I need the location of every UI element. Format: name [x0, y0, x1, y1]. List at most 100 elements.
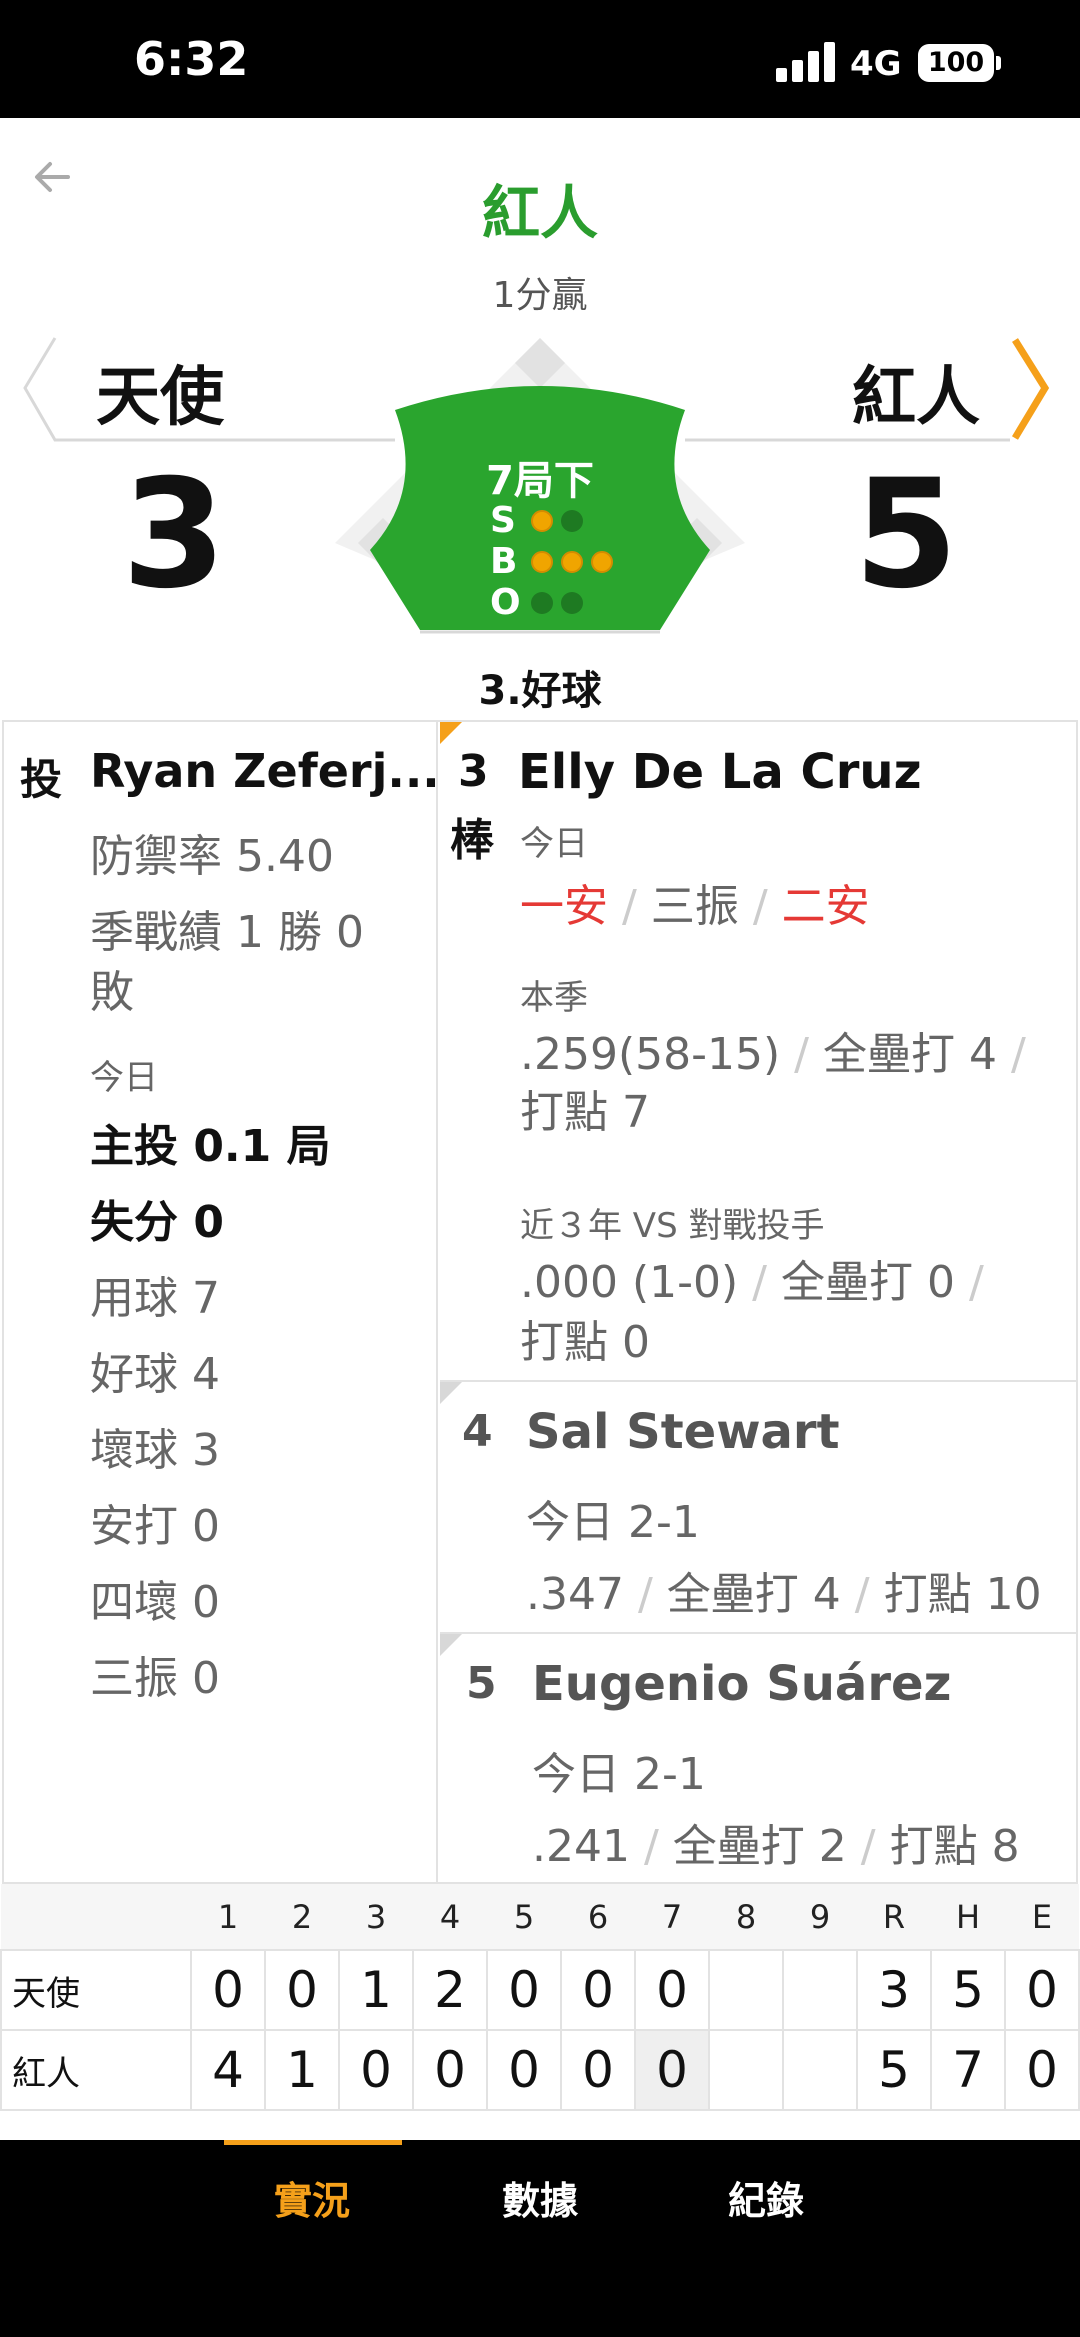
next-batter-today: 今日 2-1 — [526, 1497, 700, 1548]
pitcher-runs: 失分 0 — [90, 1197, 224, 1248]
score-cell — [708, 2029, 784, 2111]
score-cell — [782, 1949, 858, 2031]
inning-header: 1 — [191, 1884, 265, 1950]
away-team-name[interactable]: 天使 — [96, 346, 224, 438]
table-row: 天使 0 0 1 2 0 0 0 3 5 0 — [0, 1949, 1080, 2031]
linescore-header: 1 2 3 4 5 6 7 8 9 R H E — [1, 1884, 1079, 1950]
last-pitch-result: 3.好球 — [478, 668, 602, 714]
season-rbi: 打點 7 — [520, 1087, 650, 1138]
inning-header: 7 — [635, 1884, 709, 1950]
vs-pitcher-stats: .000 (1-0) / 全壘打 0 / — [520, 1257, 984, 1308]
tab-live[interactable]: 實況 — [222, 2170, 402, 2225]
season-label: 本季 — [520, 978, 588, 1018]
current-inning-cell: 0 — [634, 2029, 710, 2111]
pitcher-record-cont: 敗 — [90, 967, 134, 1018]
hits-cell: 5 — [930, 1949, 1006, 2031]
inning-header: 8 — [709, 1884, 783, 1950]
inning-header: 2 — [265, 1884, 339, 1950]
third-batter-stats: .241 / 全壘打 2 / 打點 8 — [532, 1821, 1020, 1872]
score-cell: 0 — [338, 2029, 414, 2111]
team-cell: 天使 — [0, 1949, 192, 2031]
ball-dot — [561, 551, 583, 573]
score-cell: 1 — [264, 2029, 340, 2111]
batter-today-results: 一安 / 三振 / 二安 — [520, 881, 870, 932]
score-cell: 0 — [634, 1949, 710, 2031]
vs-pitcher-label: 近３年 VS 對戰投手 — [520, 1206, 825, 1246]
inning-header: 9 — [783, 1884, 857, 1950]
pitcher-balls: 壞球 3 — [90, 1425, 220, 1476]
home-score: 5 — [853, 448, 959, 622]
tab-stats[interactable]: 數據 — [450, 2170, 630, 2225]
balls-label: B — [490, 541, 518, 582]
strike-dot — [531, 510, 553, 532]
inning-header: 5 — [487, 1884, 561, 1950]
lead-margin: 1分贏 — [492, 275, 588, 316]
out-dot — [531, 592, 553, 614]
errors-cell: 0 — [1004, 1949, 1080, 2031]
tab-log[interactable]: 紀錄 — [676, 2170, 856, 2225]
runs-cell: 5 — [856, 2029, 932, 2111]
next-batter-stats: .347 / 全壘打 4 / 打點 10 — [526, 1569, 1042, 1620]
pitcher-innings: 主投 0.1 局 — [90, 1121, 331, 1172]
today-result-2: 三振 — [650, 881, 739, 932]
outs-label: O — [490, 582, 521, 623]
divider — [440, 1380, 1078, 1382]
current-batter-name[interactable]: Elly De La Cruz — [518, 744, 922, 800]
third-batter-name[interactable]: Eugenio Suárez — [532, 1656, 951, 1712]
next-batter-name[interactable]: Sal Stewart — [526, 1404, 840, 1460]
linescore-table: 1 2 3 4 5 6 7 8 9 R H E 天使 0 0 1 2 0 0 0… — [0, 1884, 1080, 2111]
ball-dot — [591, 551, 613, 573]
pitcher-panel — [2, 720, 438, 1884]
runs-cell: 3 — [856, 1949, 932, 2031]
score-cell: 2 — [412, 1949, 488, 2031]
table-row: 紅人 4 1 0 0 0 0 0 5 7 0 — [0, 2029, 1080, 2111]
score-cell: 0 — [486, 2029, 562, 2111]
bottom-nav: 實況 數據 紀錄 — [0, 2140, 1080, 2337]
season-hr: 全壘打 4 — [822, 1029, 997, 1080]
hits-header: H — [931, 1884, 1005, 1950]
inning-header: 3 — [339, 1884, 413, 1950]
pitcher-walks: 四壞 0 — [90, 1577, 220, 1628]
pitcher-strikes: 好球 4 — [90, 1349, 220, 1400]
pitcher-era: 防禦率 5.40 — [90, 831, 334, 882]
vs-avg: .000 (1-0) — [520, 1257, 739, 1308]
score-cell — [782, 2029, 858, 2111]
pitcher-strikeouts: 三振 0 — [90, 1653, 220, 1704]
season-avg: .259(58-15) — [520, 1029, 781, 1080]
home-team-name[interactable]: 紅人 — [852, 346, 980, 438]
current-batter-tag: 棒 — [450, 815, 494, 866]
runs-header: R — [857, 1884, 931, 1950]
today-result-3: 二安 — [781, 881, 870, 932]
signal-icon — [776, 40, 836, 82]
network-type: 4G — [850, 44, 902, 84]
inning-header: 4 — [413, 1884, 487, 1950]
active-tab-indicator — [224, 2140, 402, 2145]
next-batter-order: 4 — [462, 1406, 493, 1457]
pitcher-tag: 投 — [20, 755, 63, 804]
away-score: 3 — [121, 448, 227, 622]
third-batter-order: 5 — [466, 1658, 497, 1709]
battery-tip — [996, 56, 1001, 70]
score-cell: 0 — [486, 1949, 562, 2031]
pitcher-name[interactable]: Ryan Zeferj... — [90, 744, 440, 798]
score-cell: 0 — [560, 1949, 636, 2031]
score-cell: 4 — [190, 2029, 266, 2111]
errors-cell: 0 — [1004, 2029, 1080, 2111]
hits-cell: 7 — [930, 2029, 1006, 2111]
score-cell — [708, 1949, 784, 2031]
linescore-corner — [1, 1884, 191, 1950]
third-batter-marker — [440, 1634, 462, 1656]
inning-indicator: 7局下 — [486, 458, 594, 504]
score-cell: 0 — [412, 2029, 488, 2111]
team-cell: 紅人 — [0, 2029, 192, 2111]
out-dot — [561, 592, 583, 614]
battery-icon: 100 — [918, 44, 994, 82]
vs-rbi: 打點 0 — [520, 1317, 650, 1368]
batter-today-label: 今日 — [520, 824, 588, 864]
errors-header: E — [1005, 1884, 1079, 1950]
score-cell: 0 — [560, 2029, 636, 2111]
status-time: 6:32 — [134, 32, 249, 86]
strike-dot — [561, 510, 583, 532]
score-cell: 1 — [338, 1949, 414, 2031]
third-batter-today: 今日 2-1 — [532, 1749, 706, 1800]
